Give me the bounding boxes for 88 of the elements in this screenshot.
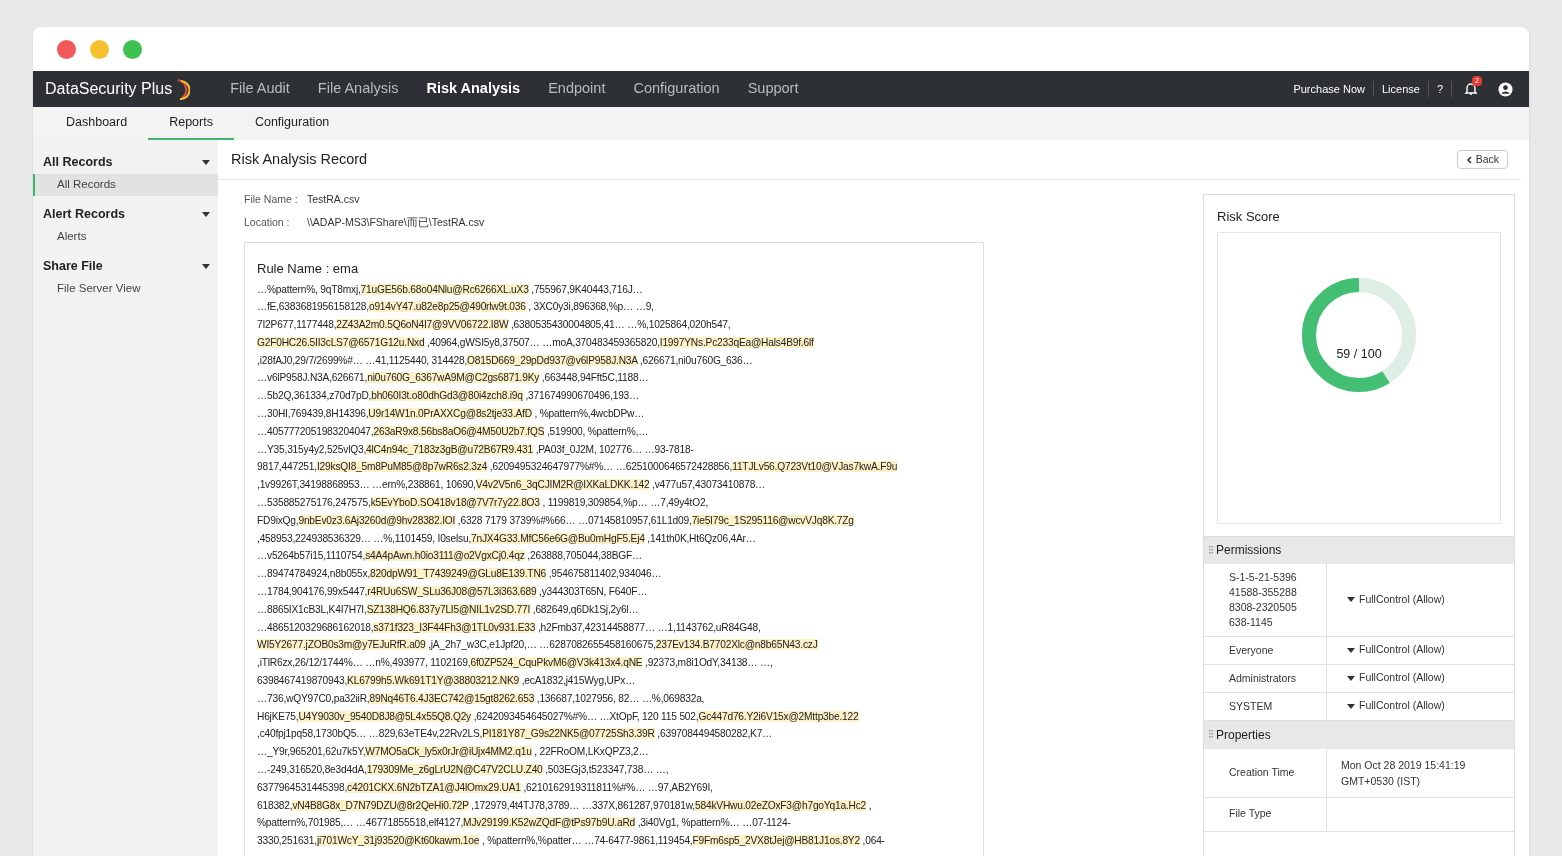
record-line: …1784,904176,99x5447,r4RUu6SW_SLu36J08@57L3i363.689 ,y344303T65N, F640F… — [257, 585, 649, 600]
record-line: ,458953,224938536329… …%,1101459, I0selsu,7nJX4G33.MfC56e6G@Bu0mHgF5.Ej4 ,141th0K,Ht6Qz06,4Ar… — [257, 531, 757, 546]
record-line: …fE,6383681956158128,o914vY47.u82e8p25@490rlw9t.036 , 3XC0y3i,896368,%p… …9, — [257, 300, 655, 315]
sub-tab[interactable]: Configuration — [233, 107, 351, 140]
sidebar-group[interactable]: Share File — [33, 254, 218, 278]
risk-score-reading: 59 / 100 — [1335, 345, 1383, 363]
sidebar-group[interactable]: Alert Records — [33, 202, 218, 226]
record-line: …_Y9r,965201,62u7k5Y,W7MO5aCk_ly5x0rJr@iUjx4MM2.q1u , 22FRoOM,LKxQPZ3,2… — [257, 745, 650, 760]
record-line: …Y35,315y4y2,525vlQ3,4lC4n94c_7183z3gB@u72B67R9.431 ,PA03f_0J2M, 102776… …93-7818- — [257, 442, 695, 457]
field-label: Location : — [244, 214, 291, 230]
sub-tab[interactable]: Dashboard — [45, 107, 149, 140]
minimize-window-icon[interactable] — [90, 39, 109, 59]
header-link[interactable]: License — [1373, 80, 1429, 98]
nav-tab[interactable]: Support — [747, 78, 799, 100]
record-line: 618382,vN4B8G8x_D7N79DZU@8r2QeHi0.72P ,172979,4t4TJ78,3789… …337X,861287,970181w,584kVHwu.02eZOxF3@h7goYq1a.Hc2 , — [257, 798, 873, 813]
record-line: …8865IX1cB3L,K4I7H7I,SZ138HQ6.837y7LI5@NIL1v2SD.77I ,682649,q6Dk1Sj,2y6l… — [257, 602, 640, 617]
table-cell-text: Mon Oct 28 2019 15:41:19 GMT+0530 (IST) — [1340, 757, 1467, 789]
table-cell: FullControl (Allow) — [1359, 642, 1445, 658]
bell-icon[interactable] — [1464, 82, 1478, 96]
section-header: Properties — [1216, 726, 1271, 744]
caret-icon — [1347, 647, 1355, 653]
record-line: ,i28fAJ0,29/7/2699%#… …41,1125440, 314428,O815D669_29pDd937@v6lP958J.N3A ,626671,ni0u760G_636… — [257, 353, 754, 368]
record-line: 6377964531445398,c4201CKX.6N2bTZA1@J4lOmx29.UA1 ,6210162919311811%#%… …97,AB2Y69I, — [257, 780, 714, 795]
sidebar-item[interactable]: File Server View — [33, 278, 218, 300]
drag-handle-icon[interactable] — [1209, 730, 1213, 739]
table-cell: FullControl (Allow) — [1359, 698, 1445, 714]
nav-tab[interactable]: Configuration — [633, 78, 720, 100]
table-cell: Creation Time — [1204, 748, 1327, 797]
drag-handle-icon[interactable] — [1209, 545, 1213, 555]
record-line: …4057772051983204047,263aR9x8.56bs8aO6@4M50U2b7.fQS ,519900, %pattern%,… — [257, 424, 650, 439]
brand-logo: DataSecurity Plus — [45, 79, 173, 99]
back-button[interactable]: Back — [1456, 150, 1508, 169]
record-line: …v6lP958J.N3A,626671,ni0u760G_6367wA9M@C2gs6871.9Ky ,663448,94Fft5C,1188… — [257, 371, 650, 386]
table-cell: FullControl (Allow) — [1359, 670, 1445, 686]
record-line: …5b2Q,361334,z70d7pD,bh060I3t.o80dhGd3@80i4zch8.i9q ,371674990670496,193… — [257, 389, 641, 404]
record-line: 6398467419870943,KL6799h5.Wk691T1Y@38803212.NK9 ,ecA1832,j415Wyg,UPx… — [257, 674, 637, 689]
record-line: …736,wQY97C0,pa32iiR,89Nq46T6.4J3EC742@15gt8262.653 ,136687,1027956, 82… …%,069832a, — [257, 691, 706, 706]
rule-name: Rule Name : ema — [257, 260, 360, 278]
record-line: …4865120329686162018,s371f323_I3F44Fh3@1TL0v931.E33 ,h2Fmb37,42314458877… …1,1143762,uR84G48, — [257, 620, 762, 635]
caret-icon — [202, 263, 210, 269]
user-avatar-icon[interactable] — [1498, 81, 1513, 97]
close-window-icon[interactable] — [57, 39, 76, 59]
header-link[interactable]: Purchase Now — [1285, 80, 1374, 98]
record-line: FD9ixQg,9nbEv0z3.6Aj3260d@9hv28382.IOI ,6328 7179 3739%#%66… …07145810957,61L1d09,7ie5I79c_1S295116@wcvVJq8K.7Zg — [257, 513, 855, 528]
record-line: G2F0HC26.5II3cLS7@6571G12u.Nxd ,40964,gWSI5y8,37507… …moA,370483459365820,I1997YNs.Pc233qEa@Hals4B9f.6lf — [257, 335, 815, 350]
record-line: ,c40fpj1pq58,1730bQ5… …829,63eTE4v,22Rv2LS,PI181Y87_G9s22NK5@07725Sh3.39R ,6397084494580282,K7… — [257, 727, 774, 742]
table-cell: Everyone — [1204, 636, 1327, 664]
record-line: ,1v9926T,34198868953… …ern%,238861, 10690,V4v2V5n6_3qCJIM2R@IXKaLDKK.142 ,v477u57,43073410878… — [257, 478, 767, 493]
nav-tab[interactable]: Risk Analysis — [426, 78, 521, 100]
caret-icon — [1347, 597, 1355, 602]
nav-tab[interactable]: File Analysis — [317, 78, 399, 100]
section-header: Permissions — [1216, 542, 1282, 559]
record-line: 7I2P677,1177448,2Z43A2m0.5Q6oN4I7@9VV06722.I8W ,6380535430004805,41… …%,1025864,020h547, — [257, 318, 732, 333]
header-link[interactable]: ? — [1428, 80, 1452, 98]
caret-icon — [1347, 675, 1355, 681]
sidebar-item[interactable]: All Records — [33, 174, 218, 196]
caret-icon — [202, 211, 210, 217]
record-line: H6jKE75,U4Y9030v_9540D8J8@5L4x55Q8.Q2y ,6242093454645027%#%… …XtOpF, 120 115 502,Gc447d76.Y2i6V15x@2Mttp3be.122 — [257, 709, 860, 724]
caret-icon — [1347, 703, 1355, 709]
table-cell-text: FullControl (Allow) — [1359, 591, 1445, 607]
table-cell: S-1-5-21-539641588-3552888308-2320505638-1145 — [1204, 563, 1327, 636]
nav-tab[interactable]: File Audit — [230, 78, 290, 100]
table-cell: SYSTEM — [1204, 692, 1327, 720]
sidebar-group[interactable]: All Records — [33, 150, 218, 174]
field-value: TestRA.csv — [307, 191, 360, 207]
table-cell: Administrators — [1204, 664, 1327, 692]
record-line: ,iTlR6zx,26/12/1744%… …n%,493977, 1102169,6f0ZP524_CquPkvM6@V3k413x4.qNE ,92373,m8i1OdY,34138… …, — [257, 656, 774, 671]
record-line: …30HI,769439,8H14396,U9r14W1n.0PrAXXCg@8s2tje33.AfD , %pattern%,4wcbDPw… — [257, 407, 646, 422]
maximize-window-icon[interactable] — [123, 39, 142, 59]
page-title: Risk Analysis Record — [231, 149, 368, 169]
caret-icon — [202, 159, 210, 165]
record-line: 9817,447251,I29ksQI8_5m8PuM85@8p7wR6s2.3z4 ,6209495324647977%#%… …6251000646572428856,11TJLv56.Q723Vt10@VJas7kwA.F9u — [257, 460, 899, 475]
record-line: …89474784924,n8b055x,820dpW91_T7439249@GLu8E139.TN6 ,954675811402,934046… — [257, 567, 663, 582]
record-line: …-249,316520,8e3d4dA,179309Me_z6gLrU2N@C47V2CLU.Z40 ,503EGj3,t523347,738… …, — [257, 763, 670, 778]
record-line: %pattern%,701985,… …46771855518,elf4127,MJv29199.K52wZQdF@tPs97b9U.aRd ,3i40Vg1, %pattern%… …07-1124- — [257, 816, 792, 831]
chevron-left-icon — [1465, 155, 1472, 164]
record-line: WI5Y2677.jZOB0s3m@y7EJuRfR.a09 ,jA_2h7_w3C,e1Jpf20,… …6287082655458160675,237Ev134.B7702Xlc@n8b65N43.czJ — [257, 638, 819, 653]
table-cell: File Type — [1204, 797, 1327, 831]
record-line: …v5264b57i15,1110754,s4A4pAwn.h0io3111@o2VgxCj0.4qz ,263888,705044,38BGF… — [257, 549, 644, 564]
logo-arc-icon — [176, 78, 191, 100]
record-line: …535885275176,247575,k5EvYboD.SO418v18@7V7r7y22.8O3 , 1199819,309854,%p… …7,49y4tO2, — [257, 496, 709, 511]
risk-score-title: Risk Score — [1216, 208, 1281, 226]
field-value: \\ADAP-MS3\FShare\而已\TestRA.csv — [307, 214, 485, 230]
record-line: …%pattern%, 9qT8mxj,71uGE56b.68o04Nlu@Rc6266XL.uX3 ,755967,9K40443,716J… — [257, 282, 644, 297]
record-line: 3330,251631,ji701WcY_31j93520@Kt60kawm.1oe , %pattern%,%patter… …74-6477-9861,119454,F9Fm6sp5_2VX8tJej@HB81J1os.8Y2 ,064- — [257, 834, 886, 849]
nav-tab[interactable]: Endpoint — [548, 78, 606, 100]
sidebar-item[interactable]: Alerts — [33, 226, 218, 248]
field-label: File Name : — [244, 191, 299, 207]
